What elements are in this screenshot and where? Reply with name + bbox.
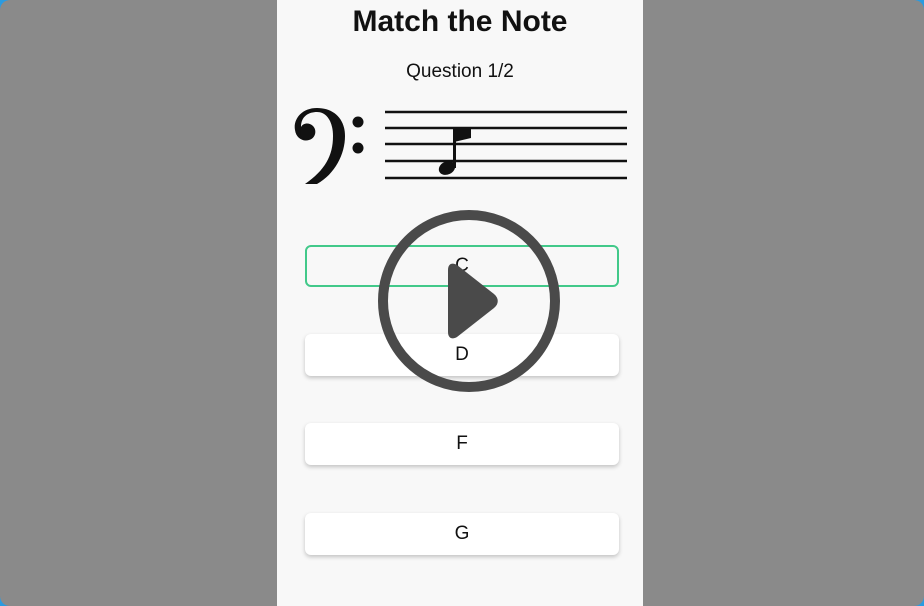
staff-lines <box>385 110 627 180</box>
play-icon <box>448 263 498 339</box>
answer-option-f[interactable]: F <box>305 423 619 465</box>
question-counter: Question 1/2 <box>406 61 514 82</box>
answer-option-g[interactable]: G <box>305 513 619 555</box>
answer-label: F <box>456 433 468 454</box>
quarter-note-icon <box>438 128 471 175</box>
bass-clef-icon <box>294 108 364 184</box>
page-title: Match the Note <box>352 5 568 38</box>
answer-label: G <box>454 523 470 544</box>
music-staff <box>287 102 632 192</box>
video-frame: Match the Note Question 1/2 C D F G <box>0 0 924 606</box>
play-button[interactable] <box>376 208 562 394</box>
